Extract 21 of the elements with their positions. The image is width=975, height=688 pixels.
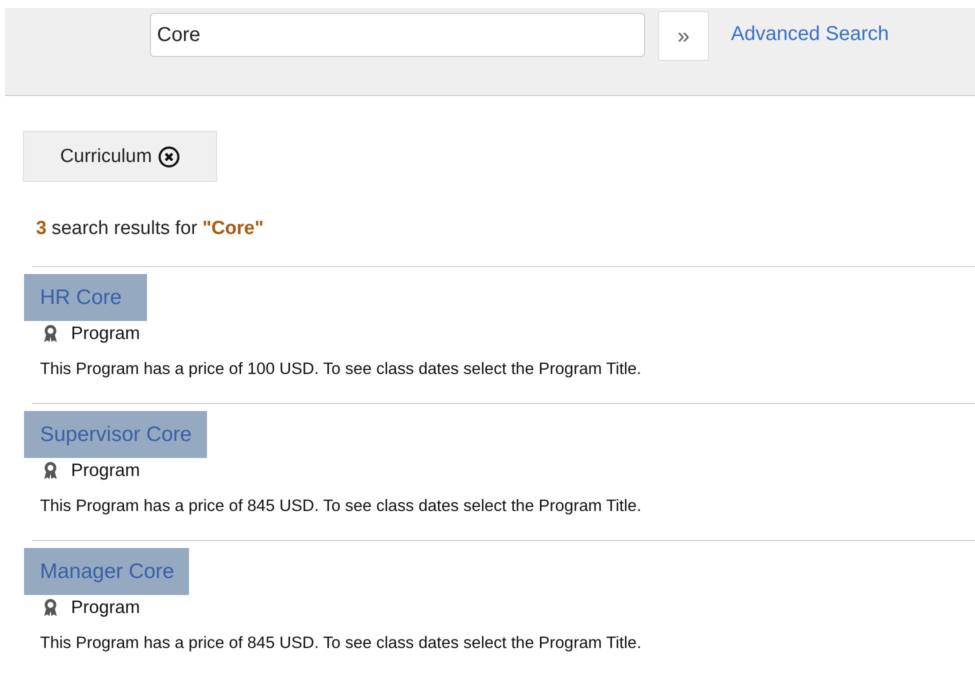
filter-chip[interactable]: Curriculum [23, 131, 217, 182]
award-icon [42, 598, 59, 617]
summary-text: search results for [52, 218, 198, 240]
award-icon [42, 324, 59, 343]
advanced-search-link[interactable]: Advanced Search [731, 23, 889, 46]
search-button[interactable]: » [658, 11, 709, 61]
result-count: 3 [36, 218, 47, 240]
result-type: Program [71, 460, 140, 481]
result-description: This Program has a price of 100 USD. To see class dates select the Program Title. [40, 360, 642, 379]
result-title-link[interactable]: Manager Core [24, 548, 190, 595]
filter-label: Curriculum [60, 146, 152, 168]
result-title-link[interactable]: Supervisor Core [24, 411, 207, 458]
result-description: This Program has a price of 845 USD. To see class dates select the Program Title. [40, 634, 642, 653]
search-field[interactable]: Core [150, 13, 645, 57]
result-description: This Program has a price of 845 USD. To see class dates select the Program Title. [40, 497, 642, 516]
result-title-link[interactable]: HR Core [24, 274, 147, 321]
result-type: Program [71, 597, 140, 618]
award-icon [42, 461, 59, 480]
remove-icon[interactable] [158, 146, 180, 168]
search-query: "Core" [202, 218, 264, 240]
result-type: Program [71, 323, 140, 344]
